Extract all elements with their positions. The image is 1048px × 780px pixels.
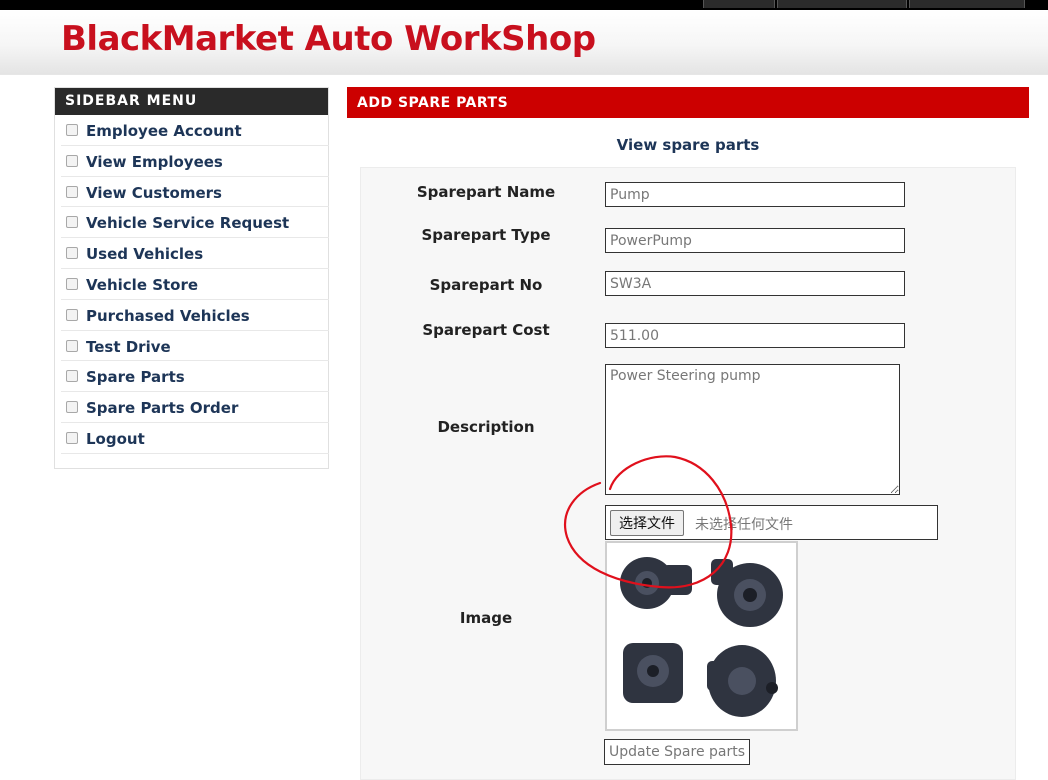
sidebar-item[interactable]: Test Drive	[61, 331, 329, 362]
update-spare-parts-button[interactable]: Update Spare parts	[604, 739, 751, 765]
sparepart-name-input[interactable]	[605, 182, 905, 207]
sidebar-menu: SIDEBAR MENU Employee Account View Employ…	[54, 87, 329, 469]
sparepart-no-label: Sparepart No	[429, 276, 543, 294]
sidebar-item[interactable]: View Customers	[61, 177, 329, 208]
sparepart-type-input[interactable]	[605, 228, 905, 253]
sidebar-item-label[interactable]: Purchased Vehicles	[86, 307, 250, 325]
sidebar-item-label[interactable]: Logout	[86, 430, 145, 448]
sidebar-item[interactable]: Vehicle Store	[61, 269, 329, 300]
top-tab[interactable]	[703, 0, 775, 8]
sidebar-item[interactable]: Spare Parts	[61, 361, 329, 393]
top-tab[interactable]	[777, 0, 907, 8]
checkbox-icon[interactable]	[66, 431, 78, 444]
sidebar-item-label[interactable]: Used Vehicles	[86, 245, 203, 263]
sparepart-type-label: Sparepart Type	[421, 226, 551, 244]
top-bar	[0, 0, 1048, 10]
sidebar-item-label[interactable]: Spare Parts	[86, 368, 185, 386]
sidebar-title: SIDEBAR MENU	[55, 88, 328, 115]
panel-title: ADD SPARE PARTS	[347, 87, 1029, 118]
image-label: Image	[459, 609, 513, 627]
sparepart-name-label: Sparepart Name	[416, 183, 556, 201]
sidebar-item[interactable]: Used Vehicles	[61, 238, 329, 269]
checkbox-icon[interactable]	[66, 308, 78, 321]
choose-file-button[interactable]: 选择文件	[610, 510, 684, 536]
site-title[interactable]: BlackMarket Auto WorkShop	[61, 19, 596, 59]
checkbox-icon[interactable]	[66, 401, 78, 414]
top-tab[interactable]	[909, 0, 1025, 8]
sidebar-item-label[interactable]: Test Drive	[86, 338, 171, 356]
image-file-input[interactable]: 选择文件 未选择任何文件	[605, 505, 938, 540]
sidebar-item[interactable]: Spare Parts Order	[61, 392, 329, 423]
sidebar-item-label[interactable]: Vehicle Service Request	[86, 214, 289, 232]
site-header: BlackMarket Auto WorkShop	[0, 10, 1048, 75]
sidebar-item-label[interactable]: View Customers	[86, 184, 222, 202]
checkbox-icon[interactable]	[66, 339, 78, 352]
sidebar-item[interactable]: View Employees	[61, 146, 329, 177]
view-spare-parts-link[interactable]: View spare parts	[347, 136, 1029, 154]
sidebar-item-label[interactable]: View Employees	[86, 153, 223, 171]
checkbox-icon[interactable]	[66, 185, 78, 198]
checkbox-icon[interactable]	[66, 247, 78, 260]
power-steering-pump-photo	[607, 543, 796, 729]
sidebar-item[interactable]: Employee Account	[61, 115, 329, 146]
sidebar-list: Employee Account View Employees View Custo…	[55, 115, 329, 454]
checkbox-icon[interactable]	[66, 216, 78, 229]
description-textarea[interactable]: Power Steering pump	[605, 364, 900, 495]
description-label: Description	[437, 418, 535, 436]
sidebar-item[interactable]: Purchased Vehicles	[61, 300, 329, 331]
sparepart-cost-label: Sparepart Cost	[422, 321, 550, 339]
checkbox-icon[interactable]	[66, 124, 78, 136]
sidebar-item[interactable]: Logout	[61, 423, 329, 454]
sidebar-item-label[interactable]: Vehicle Store	[86, 276, 198, 294]
file-status-text: 未选择任何文件	[695, 517, 793, 533]
checkbox-icon[interactable]	[66, 154, 78, 167]
sidebar-item-label[interactable]: Employee Account	[86, 122, 242, 140]
checkbox-icon[interactable]	[66, 277, 78, 290]
checkbox-icon[interactable]	[66, 370, 78, 383]
sidebar-item-label[interactable]: Spare Parts Order	[86, 399, 238, 417]
sparepart-no-input[interactable]	[605, 271, 905, 296]
sparepart-cost-input[interactable]	[605, 323, 905, 348]
sidebar-item[interactable]: Vehicle Service Request	[61, 207, 329, 239]
sparepart-image	[605, 541, 798, 731]
